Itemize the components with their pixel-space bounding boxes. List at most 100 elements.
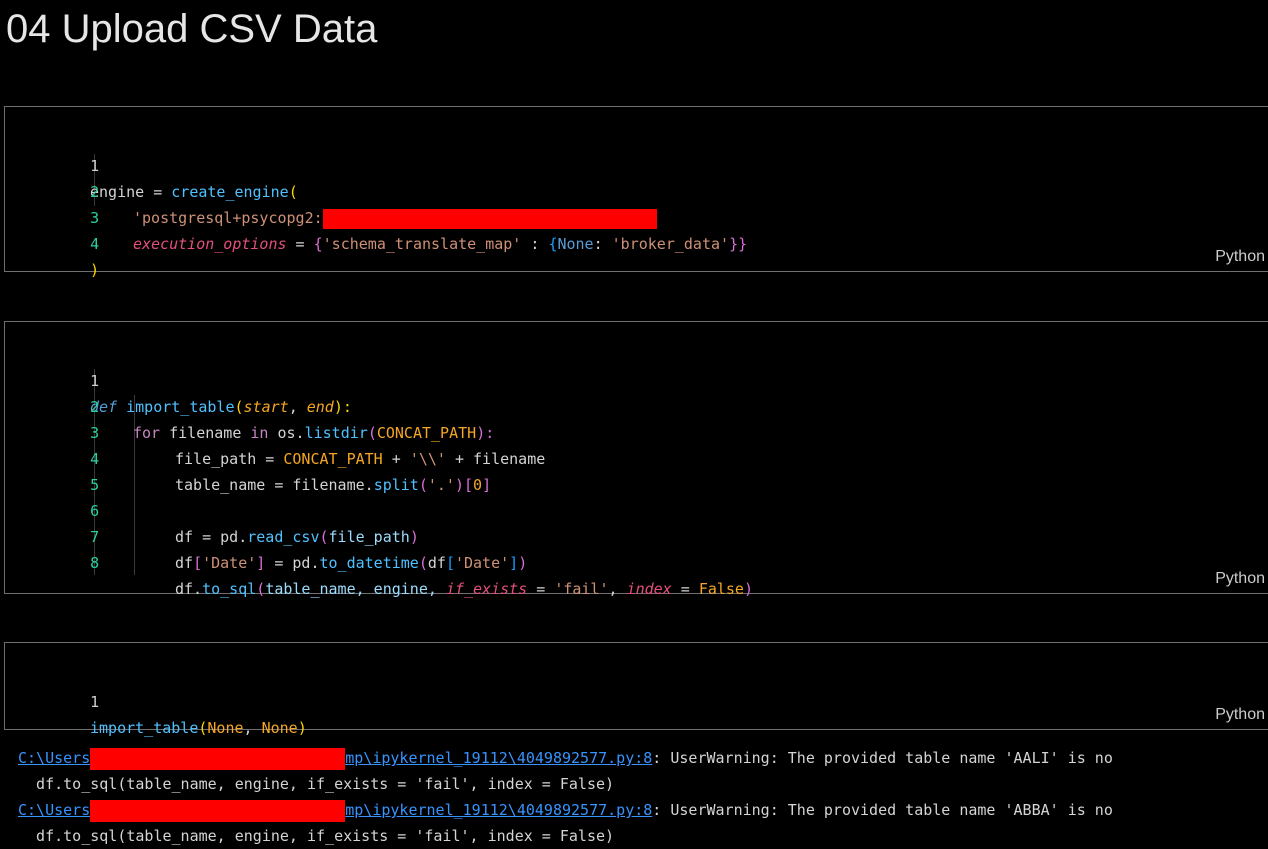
code-token: engine = [90,183,172,201]
code-token: None [261,719,298,737]
language-label[interactable]: Python [1215,706,1265,724]
code-token: = [286,235,314,253]
code-token: ( [418,476,428,494]
code-token: 'fail' [554,580,609,598]
code-token: ( [234,398,244,416]
code-token: df [175,554,194,572]
code-token: df = pd. [175,528,248,546]
code-token: table_name, engine, [265,580,446,598]
code-token: 'schema_translate_map' [322,235,522,253]
code-token: , [288,398,307,416]
code-token: ): [476,424,495,442]
warning-source-code: df.to_sql(table_name, engine, if_exists … [18,775,615,793]
code-line: 1 def import_table(start, end): [5,342,352,416]
language-label[interactable]: Python [1215,570,1265,588]
code-token: False [698,580,744,598]
warning-source-code: df.to_sql(table_name, engine, if_exists … [18,827,615,845]
code-line: 4 table_name = filename.split('.')[0] [5,420,491,494]
line-number: 4 [90,235,100,253]
code-token: 'postgresql+psycopg2: [133,209,323,227]
line-number: 3 [90,209,100,227]
code-token: import_table [90,719,199,737]
cell-output-line: df.to_sql(table_name, engine, if_exists … [18,823,614,849]
code-cell-3[interactable]: 1 import_table(None, None) Python [4,642,1268,737]
code-token: ( [367,424,377,442]
line-number: 1 [90,372,100,390]
code-token: ): [333,398,352,416]
line-number: 2 [90,183,100,201]
code-line: 5 [5,446,99,494]
code-token: 0 [473,476,483,494]
code-token: }} [729,235,748,253]
code-token: = pd. [265,554,320,572]
code-token: + filename [445,450,546,468]
code-line: 3 file_path = CONCAT_PATH + '\\' + filen… [5,394,545,468]
code-line: 6 df = pd.read_csv(file_path) [5,472,419,546]
cell-output-line: C:\Users mp\ipykernel_19112\4049892577.py… [18,745,1113,771]
code-token: ] [509,554,519,572]
code-line: 3 execution_options = {'schema_translate… [5,179,747,253]
line-number: 6 [90,502,100,520]
code-token: read_csv [247,528,320,546]
code-token: ( [418,554,428,572]
code-token: file_path [328,528,410,546]
code-line: 2 for filename in os.listdir(CONCAT_PATH… [5,368,494,442]
code-token: to_datetime [319,554,419,572]
code-token: , [608,580,627,598]
code-token: )[ [454,476,474,494]
language-label[interactable]: Python [1215,248,1265,266]
code-token: 'broker_data' [611,235,730,253]
code-cell-2[interactable]: 1 def import_table(start, end): 2 for fi… [4,321,1268,598]
code-token: df. [175,580,203,598]
code-token: ) [90,261,100,279]
code-token: : [521,235,549,253]
code-token: listdir [304,424,368,442]
code-token: ( [256,580,266,598]
code-token: ) [743,580,753,598]
line-number: 8 [90,554,100,572]
code-line: 1 import_table(None, None) [5,663,307,737]
code-line: 4 ) [5,205,99,279]
code-token: None [207,719,244,737]
code-line: 2 'postgresql+psycopg2: [5,153,657,229]
code-line: 8 df.to_sql(table_name, engine, if_exist… [5,524,753,598]
code-token: ( [288,183,298,201]
code-token: ] [482,476,492,494]
code-token: if_exists [445,580,528,598]
code-line: 1 engine = create_engine( [5,127,298,201]
code-token: import_table [126,398,235,416]
code-token: { [313,235,323,253]
traceback-link[interactable]: mp\ipykernel_19112\4049892577.py:8 [345,801,652,819]
code-token: index [626,580,672,598]
code-token: filename [160,424,251,442]
code-token: file_path = [175,450,284,468]
cell-output-line: df.to_sql(table_name, engine, if_exists … [18,771,614,797]
code-token: create_engine [171,183,289,201]
code-token: = [671,580,699,598]
code-token: split [373,476,419,494]
redacted-block [90,799,346,822]
line-number: 4 [90,450,100,468]
warning-message: : UserWarning: The provided table name '… [652,749,1113,767]
code-token: 'Date' [202,554,257,572]
traceback-link[interactable]: mp\ipykernel_19112\4049892577.py:8 [345,749,652,767]
code-cell-1[interactable]: 1 engine = create_engine( 2 'postgresql+… [4,106,1268,279]
code-token: os. [268,424,305,442]
code-token: CONCAT_PATH [283,450,383,468]
line-number: 1 [90,693,100,711]
code-token: table_name = filename. [175,476,374,494]
code-token: [ [445,554,455,572]
code-token: for [133,424,161,442]
code-token: start [243,398,289,416]
cell-output-line: C:\Users mp\ipykernel_19112\4049892577.py… [18,797,1113,823]
code-token: df [427,554,446,572]
code-token: CONCAT_PATH [376,424,477,442]
code-token: execution_options [133,235,287,253]
traceback-link[interactable]: C:\Users [18,801,90,819]
code-token: ) [518,554,528,572]
warning-message: : UserWarning: The provided table name '… [652,801,1113,819]
code-token: '.' [427,476,455,494]
traceback-link[interactable]: C:\Users [18,749,90,767]
code-token: 'Date' [454,554,510,572]
code-token: None [557,235,594,253]
